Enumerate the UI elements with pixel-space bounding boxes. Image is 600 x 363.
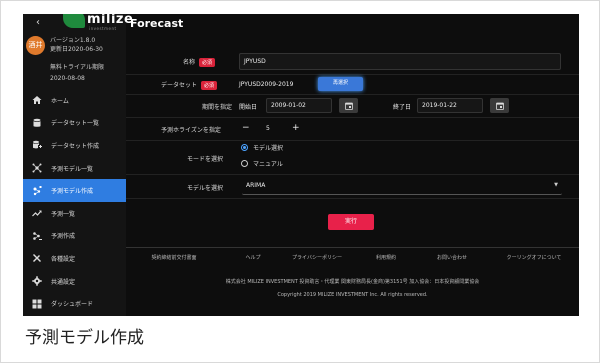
dataset-label: データセット 必須 <box>161 80 218 90</box>
version-info: バージョン1.8.0 更新日2020-06-30 <box>50 36 103 54</box>
reselect-button[interactable]: 再選択 <box>318 77 363 91</box>
end-date-input[interactable]: 2019-01-22 <box>417 98 483 113</box>
avatar[interactable]: 酒井 <box>26 36 45 55</box>
version-text: バージョン1.8.0 <box>50 37 96 44</box>
page-caption: 予測モデル作成 <box>25 328 144 348</box>
radio-label: モデル選択 <box>253 145 284 152</box>
sidebar-item-label: 予測一覧 <box>51 210 76 218</box>
horizon-label: 予測ホライズンを指定 <box>161 127 221 134</box>
sidebar: ‹ milize investment 酒井 バージョン1.8.0 更新日202… <box>23 14 133 316</box>
sidebar-item-label: 予測モデル作成 <box>51 188 94 196</box>
end-label: 終了日 <box>393 104 412 111</box>
footer-company: 株式会社 MILIZE INVESTMENT 投資助言・代理業 関東財務局長(金… <box>225 279 480 285</box>
sidebar-item-label: 予測モデル一覧 <box>51 165 94 173</box>
sidebar-item-label: 各種設定 <box>51 255 76 263</box>
sidebar-item-home[interactable]: ホーム <box>23 89 126 112</box>
period-label: 期間を指定 <box>202 104 233 111</box>
model-row: モデルを選択 ARIMA ▼ <box>126 175 579 199</box>
start-label: 開始日 <box>239 104 258 111</box>
calendar-icon <box>344 102 353 110</box>
footer-link-cooling-off[interactable]: クーリングオフについて <box>500 254 568 262</box>
end-calendar-button[interactable] <box>490 98 509 113</box>
footer-copyright: Copyright 2019 MILIZE INVESTMENT Inc. Al… <box>277 292 428 298</box>
brand-logo-icon <box>63 14 85 28</box>
footer-link-help[interactable]: ヘルプ <box>238 254 268 262</box>
radio-selected-icon <box>241 144 248 151</box>
page-title: Forecast <box>130 17 184 30</box>
database-icon <box>31 117 43 129</box>
sidebar-item-settings[interactable]: 各種設定 <box>23 247 126 270</box>
mode-row: モードを選択 モデル選択 マニュアル <box>126 141 579 175</box>
mode-radio-model-select[interactable]: モデル選択 <box>241 143 283 152</box>
gear-icon <box>31 275 43 287</box>
sidebar-item-dataset-create[interactable]: データセット作成 <box>23 134 126 157</box>
footer-link-contact[interactable]: お問い合わせ <box>422 254 482 262</box>
trial-date: 2020-08-08 <box>50 75 85 82</box>
sidebar-item-label: データセット一覧 <box>51 120 100 128</box>
model-label: モデルを選択 <box>187 185 224 192</box>
dataset-value: JPYUSD2009-2019 <box>239 81 294 88</box>
chevron-down-icon: ▼ <box>554 182 558 188</box>
app-window: ‹ milize investment 酒井 バージョン1.8.0 更新日202… <box>23 14 579 316</box>
sidebar-item-label: 共通設定 <box>51 278 76 286</box>
name-input[interactable]: JPYUSD <box>239 53 561 70</box>
mode-label: モードを選択 <box>187 156 224 163</box>
radio-unselected-icon <box>241 160 248 167</box>
name-label: 名称 必須 <box>183 57 216 67</box>
footer-link-pre-contract[interactable]: 契約締結前交付書面 <box>138 254 210 262</box>
sidebar-item-dataset-list[interactable]: データセット一覧 <box>23 112 126 135</box>
sidebar-item-forecast-list[interactable]: 予測一覧 <box>23 202 126 225</box>
period-row: 期間を指定 開始日 2009-01-02 終了日 2019-01-22 <box>126 95 579 118</box>
dataset-label-text: データセット <box>161 82 198 89</box>
trial-label: 無料トライアル期限 <box>50 64 104 71</box>
run-button[interactable]: 実行 <box>328 214 374 230</box>
start-calendar-button[interactable] <box>339 98 358 113</box>
footer-link-privacy[interactable]: プライバシーポリシー <box>286 254 348 262</box>
radio-label: マニュアル <box>253 161 283 168</box>
footer-link-terms[interactable]: 利用規約 <box>366 254 406 262</box>
dashboard-icon <box>31 298 43 310</box>
updated-text: 更新日2020-06-30 <box>50 46 103 53</box>
sidebar-item-model-list[interactable]: 予測モデル一覧 <box>23 157 126 180</box>
trial-info: 無料トライアル期限 2020-08-08 <box>50 62 104 84</box>
sidebar-item-common-settings[interactable]: 共通設定 <box>23 270 126 293</box>
sidebar-item-forecast-create[interactable]: 予測作成 <box>23 225 126 248</box>
dataset-row: データセット 必須 JPYUSD2009-2019 再選択 <box>126 75 579 95</box>
mode-radio-manual[interactable]: マニュアル <box>241 159 283 168</box>
sidebar-item-model-create[interactable]: 予測モデル作成 <box>23 179 126 202</box>
back-button[interactable]: ‹ <box>36 17 40 28</box>
required-badge: 必須 <box>201 81 218 90</box>
sidebar-item-label: 予測作成 <box>51 233 76 241</box>
calendar-icon <box>495 102 504 110</box>
required-badge: 必須 <box>199 58 216 67</box>
sidebar-item-label: データセット作成 <box>51 142 100 150</box>
sidebar-nav: ホーム データセット一覧 データセット作成 予測モデル一覧 予測モデル作成 予測… <box>23 89 126 315</box>
sidebar-item-label: ホーム <box>51 97 69 105</box>
home-icon <box>31 94 43 106</box>
name-label-text: 名称 <box>183 59 196 66</box>
trend-icon <box>31 207 43 219</box>
sidebar-item-dashboard[interactable]: ダッシュボード <box>23 292 126 315</box>
forecast-create-icon <box>31 230 43 242</box>
model-create-icon <box>31 185 43 197</box>
tools-icon <box>31 252 43 264</box>
horizon-decrement-button[interactable]: − <box>242 123 250 133</box>
horizon-increment-button[interactable]: + <box>292 123 300 133</box>
horizon-value[interactable]: 5 <box>266 125 270 132</box>
brand-sub: investment <box>89 26 117 31</box>
model-list-icon <box>31 162 43 174</box>
database-add-icon <box>31 139 43 151</box>
horizon-row: 予測ホライズンを指定 − 5 + <box>126 118 579 141</box>
footer-links: 契約締結前交付書面 ヘルプ プライバシーポリシー 利用規約 お問い合わせ クーリ… <box>126 247 579 273</box>
screenshot-frame: ‹ milize investment 酒井 バージョン1.8.0 更新日202… <box>0 0 600 363</box>
start-date-input[interactable]: 2009-01-02 <box>266 98 332 113</box>
name-row: 名称 必須 JPYUSD <box>126 49 579 75</box>
model-select[interactable]: ARIMA ▼ <box>242 178 562 195</box>
sidebar-item-label: ダッシュボード <box>51 301 94 309</box>
model-select-value: ARIMA <box>246 182 266 189</box>
